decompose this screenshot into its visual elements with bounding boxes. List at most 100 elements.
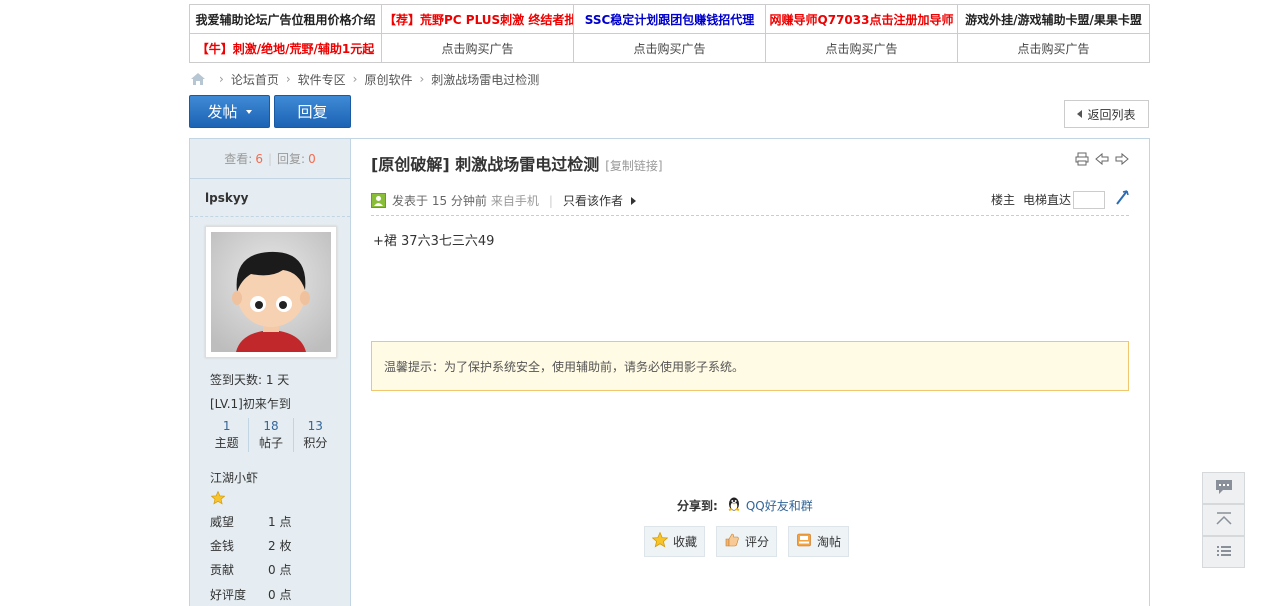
ad-link[interactable]: 点击购买广告 [957, 33, 1150, 63]
stat-threads[interactable]: 1 主题 [205, 418, 248, 452]
copy-link[interactable]: [复制链接] [605, 157, 662, 174]
stat-label: 积分 [303, 436, 328, 450]
list-icon [1215, 543, 1233, 562]
views-label: 查看: [224, 152, 253, 166]
post-actions: 收藏 评分 淘帖 [644, 526, 849, 557]
post-content: [原创破解] 刺激战场雷电过检测 [复制链接] 发表于 15 分钟前 来自手机 … [351, 139, 1149, 606]
caret-down-icon [245, 109, 252, 114]
ad-link[interactable]: 我爱辅助论坛广告位租用价格介绍 [189, 4, 382, 34]
prop-money: 金钱 2 枚 [210, 537, 330, 554]
stat-value: 18 [263, 419, 279, 433]
post-body: +裙 37六3七三六49 [373, 234, 495, 249]
user-rank[interactable]: 江湖小虾 [210, 469, 258, 486]
quick-reply-button[interactable] [1202, 472, 1245, 504]
favorite-button[interactable]: 收藏 [644, 526, 705, 557]
ad-link[interactable]: 网赚导师Q77033点击注册加导师 [765, 4, 958, 34]
floor-controls: 楼主 电梯直达 [991, 190, 1129, 209]
floating-toolbar [1202, 472, 1245, 568]
replies-label: 回复: [277, 152, 306, 166]
author-name[interactable]: lpskyy [190, 179, 350, 217]
only-author-link[interactable]: 只看该作者 [563, 192, 623, 209]
thumbs-up-icon [724, 532, 740, 551]
breadcrumb-separator: › [352, 72, 358, 86]
avatar-image [211, 232, 331, 352]
back-to-top-button[interactable] [1202, 504, 1245, 536]
tao-button[interactable]: 淘帖 [788, 526, 849, 557]
tray-icon [796, 532, 812, 551]
floor-jump-input[interactable] [1073, 190, 1105, 209]
new-post-button[interactable]: 发帖 [189, 95, 270, 128]
ad-link[interactable]: 【荐】荒野PC PLUS刺激 终结者批 [381, 4, 574, 34]
user-level[interactable]: [LV.1]初来乍到 [210, 395, 291, 412]
reply-button[interactable]: 回复 [274, 95, 351, 128]
stat-points[interactable]: 13 积分 [292, 418, 337, 452]
star-icon [210, 490, 226, 508]
title-toolbar [1075, 152, 1129, 166]
prop-value: 1 点 [268, 515, 292, 529]
print-icon[interactable] [1075, 152, 1089, 166]
jump-label: 电梯直达 [1022, 193, 1071, 207]
qq-penguin-icon[interactable] [726, 496, 742, 515]
breadcrumb-current-thread[interactable]: 刺激战场雷电过检测 [431, 71, 539, 88]
ad-row: 我爱辅助论坛广告位租用价格介绍 【荐】荒野PC PLUS刺激 终结者批 SSC稳… [189, 4, 1150, 34]
ad-link[interactable]: 【牛】刺激/绝地/荒野/辅助1元起 [189, 33, 382, 63]
rate-label: 评分 [744, 535, 769, 549]
post-meta: 发表于 15 分钟前 来自手机 | 只看该作者 楼主 电梯直达 [371, 186, 1129, 216]
divider: | [267, 151, 273, 166]
ad-link[interactable]: 点击购买广告 [573, 33, 766, 63]
online-user-icon [371, 193, 386, 208]
ad-link[interactable]: SSC稳定计划跟团包赚钱招代理 [573, 4, 766, 34]
share-label: 分享到: [677, 499, 718, 513]
post-source: 来自手机 [490, 194, 539, 208]
prev-thread-icon[interactable] [1095, 152, 1109, 166]
star-icon [651, 531, 669, 551]
stat-label: 帖子 [258, 436, 283, 450]
prop-value: 2 枚 [268, 539, 292, 553]
prop-value: 0 点 [268, 588, 292, 602]
breadcrumb-separator: › [285, 72, 291, 86]
ad-link[interactable]: 点击购买广告 [381, 33, 574, 63]
prop-value: 0 点 [268, 563, 292, 577]
prop-key: 贡献 [210, 563, 235, 577]
prop-key: 好评度 [210, 588, 247, 602]
ad-link[interactable]: 游戏外挂/游戏辅助卡盟/果果卡盟 [957, 4, 1150, 34]
post-container: 查看: 6 | 回复: 0 lpskyy 签到天数: 1 天 [LV.1]初来乍… [189, 138, 1150, 606]
home-icon[interactable] [190, 72, 206, 86]
share-qq-link[interactable]: QQ好友和群 [746, 497, 813, 514]
jump-go-icon[interactable] [1115, 190, 1129, 209]
floor-label: 楼主 [990, 193, 1015, 207]
breadcrumb-software-zone[interactable]: 软件专区 [298, 71, 346, 88]
ad-row: 【牛】刺激/绝地/荒野/辅助1元起 点击购买广告 点击购买广告 点击购买广告 点… [189, 33, 1150, 63]
author-stats: 1 主题 18 帖子 13 积分 [205, 418, 337, 452]
notice-text: 温馨提示：为了保护系统安全，使用辅助前，请务必使用影子系统。 [384, 359, 745, 374]
arrow-right-icon [630, 196, 636, 205]
prop-contribution: 贡献 0 点 [210, 561, 330, 578]
checkin-days: 签到天数: 1 天 [210, 373, 290, 387]
prop-prestige: 威望 1 点 [210, 513, 330, 530]
ad-table: 我爱辅助论坛广告位租用价格介绍 【荐】荒野PC PLUS刺激 终结者批 SSC稳… [189, 4, 1150, 63]
stat-value: 1 [222, 419, 231, 433]
avatar[interactable] [205, 226, 337, 358]
divider: | [548, 193, 553, 208]
notice-box: 温馨提示：为了保护系统安全，使用辅助前，请务必使用影子系统。 [371, 341, 1129, 391]
ad-link[interactable]: 点击购买广告 [765, 33, 958, 63]
comment-icon [1215, 479, 1233, 498]
back-to-list-button[interactable]: 返回列表 [1064, 100, 1149, 128]
stat-posts[interactable]: 18 帖子 [248, 418, 292, 452]
new-post-label: 发帖 [207, 103, 238, 121]
rate-button[interactable]: 评分 [716, 526, 777, 557]
breadcrumb-original-software[interactable]: 原创软件 [364, 71, 412, 88]
next-thread-icon[interactable] [1115, 152, 1129, 166]
thread-title-row: [原创破解] 刺激战场雷电过检测 [复制链接] [371, 151, 663, 175]
favorite-label: 收藏 [672, 535, 697, 549]
author-sidebar: 查看: 6 | 回复: 0 lpskyy 签到天数: 1 天 [LV.1]初来乍… [190, 139, 351, 606]
prop-key: 威望 [210, 515, 235, 529]
post-time: 发表于 15 分钟前 [392, 194, 487, 208]
thread-title: [原创破解] 刺激战场雷电过检测 [371, 155, 600, 174]
reply-label: 回复 [297, 103, 328, 121]
stat-value: 13 [307, 419, 323, 433]
share-bar: 分享到: QQ好友和群 [677, 496, 813, 515]
back-to-top-icon [1215, 511, 1233, 530]
breadcrumb-forum-home[interactable]: 论坛首页 [231, 71, 279, 88]
thread-list-button[interactable] [1202, 536, 1245, 568]
